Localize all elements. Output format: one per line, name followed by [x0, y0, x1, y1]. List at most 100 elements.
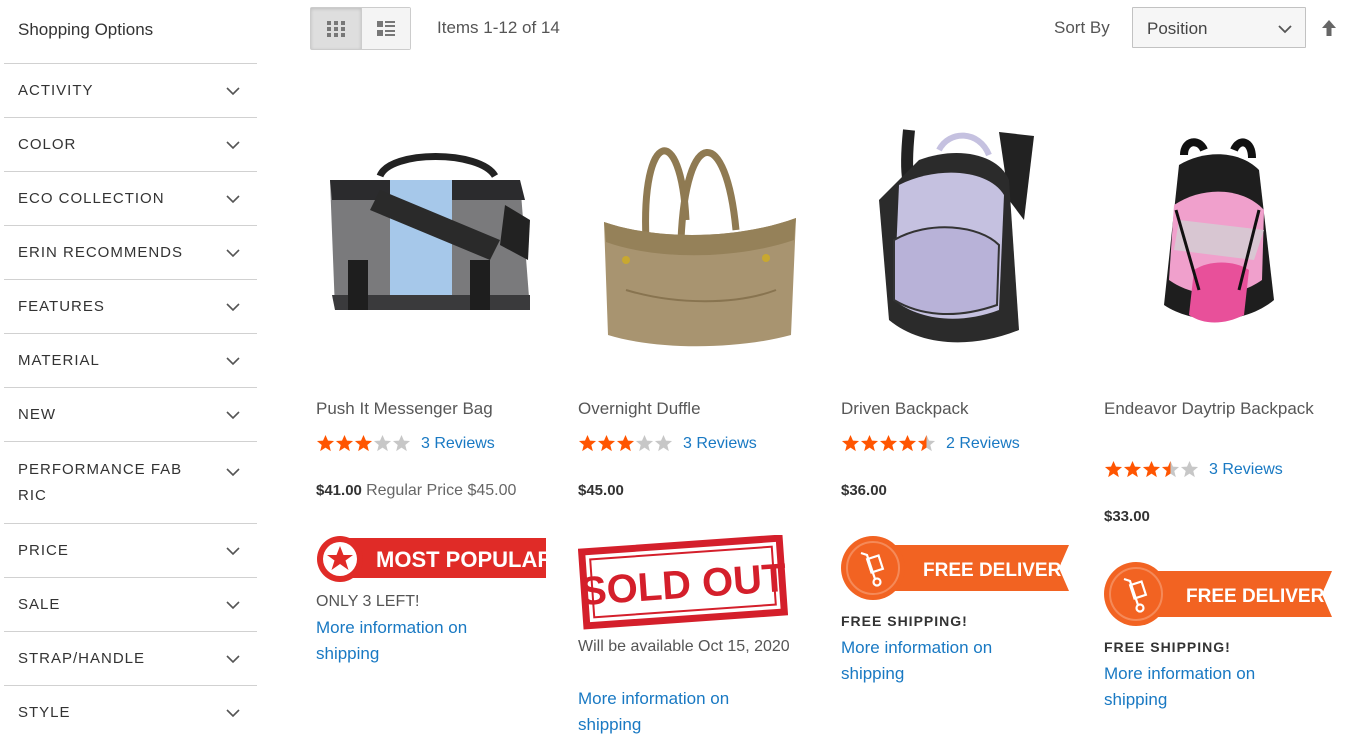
product-name-link[interactable]: Endeavor Daytrip Backpack: [1104, 396, 1324, 422]
product-photo-endeavor-backpack[interactable]: [1104, 110, 1334, 370]
sort-by-value: Position: [1147, 19, 1208, 38]
most-popular-text: MOST POPULAR: [376, 547, 546, 572]
star-full-icon: [860, 434, 879, 452]
final-price: $36.00: [841, 482, 887, 499]
filter-label: ACTIVITY: [18, 81, 94, 99]
product-price: $45.00: [578, 482, 624, 499]
product-rating: 3 Reviews: [316, 434, 495, 453]
product-price: $41.00 Regular Price $45.00: [316, 482, 516, 500]
star-empty-icon: [392, 434, 411, 452]
shipping-note: FREE SHIPPING!: [841, 613, 968, 629]
product-rating: 3 Reviews: [578, 434, 757, 453]
star-full-icon: [354, 434, 373, 452]
shipping-info-link[interactable]: More information on shipping: [316, 615, 526, 667]
filter-strap-handle[interactable]: STRAP/HANDLE: [4, 632, 257, 686]
filter-eco-collection[interactable]: ECO COLLECTION: [4, 172, 257, 226]
filter-label: ECO COLLECTION: [18, 189, 165, 207]
filter-features[interactable]: FEATURES: [4, 280, 257, 334]
chevron-down-icon: [226, 356, 240, 365]
filter-label: STRAP/HANDLE: [18, 649, 146, 667]
product-name-link[interactable]: Push It Messenger Bag: [316, 396, 536, 422]
rating-stars: [316, 434, 411, 453]
filter-sidebar: Shopping Options ACTIVITY COLOR ECO COLLEC…: [4, 0, 257, 738]
regular-price: Regular Price $45.00: [366, 482, 517, 499]
star-full-icon: [1104, 460, 1123, 478]
product-price: $36.00: [841, 482, 887, 499]
sort-direction-arrow-icon[interactable]: [1319, 18, 1339, 38]
shipping-info-link[interactable]: More information on shipping: [841, 635, 1051, 687]
chevron-down-icon: [226, 468, 240, 477]
chevron-down-icon: [1278, 25, 1292, 34]
stock-note: ONLY 3 LEFT!: [316, 593, 420, 610]
filter-erin-recommends[interactable]: ERIN RECOMMENDS: [4, 226, 257, 280]
chevron-down-icon: [226, 248, 240, 257]
star-full-icon: [1142, 460, 1161, 478]
product-rating: 2 Reviews: [841, 434, 1020, 453]
star-full-icon: [616, 434, 635, 452]
chevron-down-icon: [226, 546, 240, 555]
grid-view-button[interactable]: [311, 8, 361, 49]
product-price: $33.00: [1104, 508, 1150, 525]
star-full-icon: [578, 434, 597, 452]
sort-by-select[interactable]: Position: [1132, 7, 1306, 48]
free-delivery-text: FREE DELIVERY: [923, 560, 1071, 581]
sold-out-stamp: SOLD OUT: [578, 535, 788, 630]
product-photo-messenger-bag[interactable]: [320, 110, 550, 370]
shopping-options-title: Shopping Options: [4, 0, 257, 64]
shipping-info-link[interactable]: More information on shipping: [1104, 661, 1314, 713]
filter-label: FEATURES: [18, 297, 105, 315]
product-photo-driven-backpack[interactable]: [849, 110, 1079, 370]
chevron-down-icon: [226, 654, 240, 663]
rating-stars: [578, 434, 673, 453]
chevron-down-icon: [226, 302, 240, 311]
most-popular-badge: MOST POPULAR: [317, 536, 546, 582]
chevron-down-icon: [226, 86, 240, 95]
filter-label: SALE: [18, 595, 61, 613]
reviews-link[interactable]: 2 Reviews: [946, 435, 1020, 453]
list-icon: [376, 20, 395, 36]
filter-list: ACTIVITY COLOR ECO COLLECTION ERIN RECOMMEN…: [4, 64, 257, 738]
star-full-icon: [597, 434, 616, 452]
filter-style[interactable]: STYLE: [4, 686, 257, 738]
final-price: $41.00: [316, 482, 362, 499]
filter-performance-fab-ric[interactable]: PERFORMANCE FAB RIC: [4, 442, 257, 524]
star-empty-icon: [654, 434, 673, 452]
product-rating: 3 Reviews: [1104, 460, 1283, 479]
sort-by-label: Sort By: [1054, 18, 1110, 37]
availability-note: Will be available Oct 15, 2020: [578, 638, 790, 655]
product-name-link[interactable]: Overnight Duffle: [578, 396, 798, 422]
filter-activity[interactable]: ACTIVITY: [4, 64, 257, 118]
star-full-icon: [841, 434, 860, 452]
filter-new[interactable]: NEW: [4, 388, 257, 442]
star-empty-icon: [635, 434, 654, 452]
shipping-info-link[interactable]: More information on shipping: [578, 686, 788, 738]
filter-label: MATERIAL: [18, 351, 100, 369]
filter-label: PRICE: [18, 541, 69, 559]
filter-label: PERFORMANCE FAB RIC: [18, 460, 183, 504]
free-delivery-badge: FREE DELIVERY: [1104, 562, 1334, 626]
filter-sale[interactable]: SALE: [4, 578, 257, 632]
reviews-link[interactable]: 3 Reviews: [1209, 461, 1283, 479]
toolbar-amount: Items 1-12 of 14: [437, 18, 560, 37]
list-view-button[interactable]: [360, 8, 410, 49]
star-full-icon: [1123, 460, 1142, 478]
filter-label: NEW: [18, 405, 56, 423]
view-mode-switcher: [310, 7, 411, 50]
filter-label: ERIN RECOMMENDS: [18, 243, 184, 261]
reviews-link[interactable]: 3 Reviews: [683, 435, 757, 453]
chevron-down-icon: [226, 410, 240, 419]
chevron-down-icon: [226, 708, 240, 717]
final-price: $33.00: [1104, 508, 1150, 525]
shipping-note: FREE SHIPPING!: [1104, 639, 1231, 655]
star-half-icon: [1161, 460, 1180, 478]
chevron-down-icon: [226, 600, 240, 609]
star-empty-icon: [373, 434, 392, 452]
filter-material[interactable]: MATERIAL: [4, 334, 257, 388]
star-full-icon: [335, 434, 354, 452]
star-half-icon: [917, 434, 936, 452]
product-photo-duffle[interactable]: [586, 110, 816, 370]
reviews-link[interactable]: 3 Reviews: [421, 435, 495, 453]
filter-color[interactable]: COLOR: [4, 118, 257, 172]
filter-price[interactable]: PRICE: [4, 524, 257, 578]
product-name-link[interactable]: Driven Backpack: [841, 396, 1061, 422]
